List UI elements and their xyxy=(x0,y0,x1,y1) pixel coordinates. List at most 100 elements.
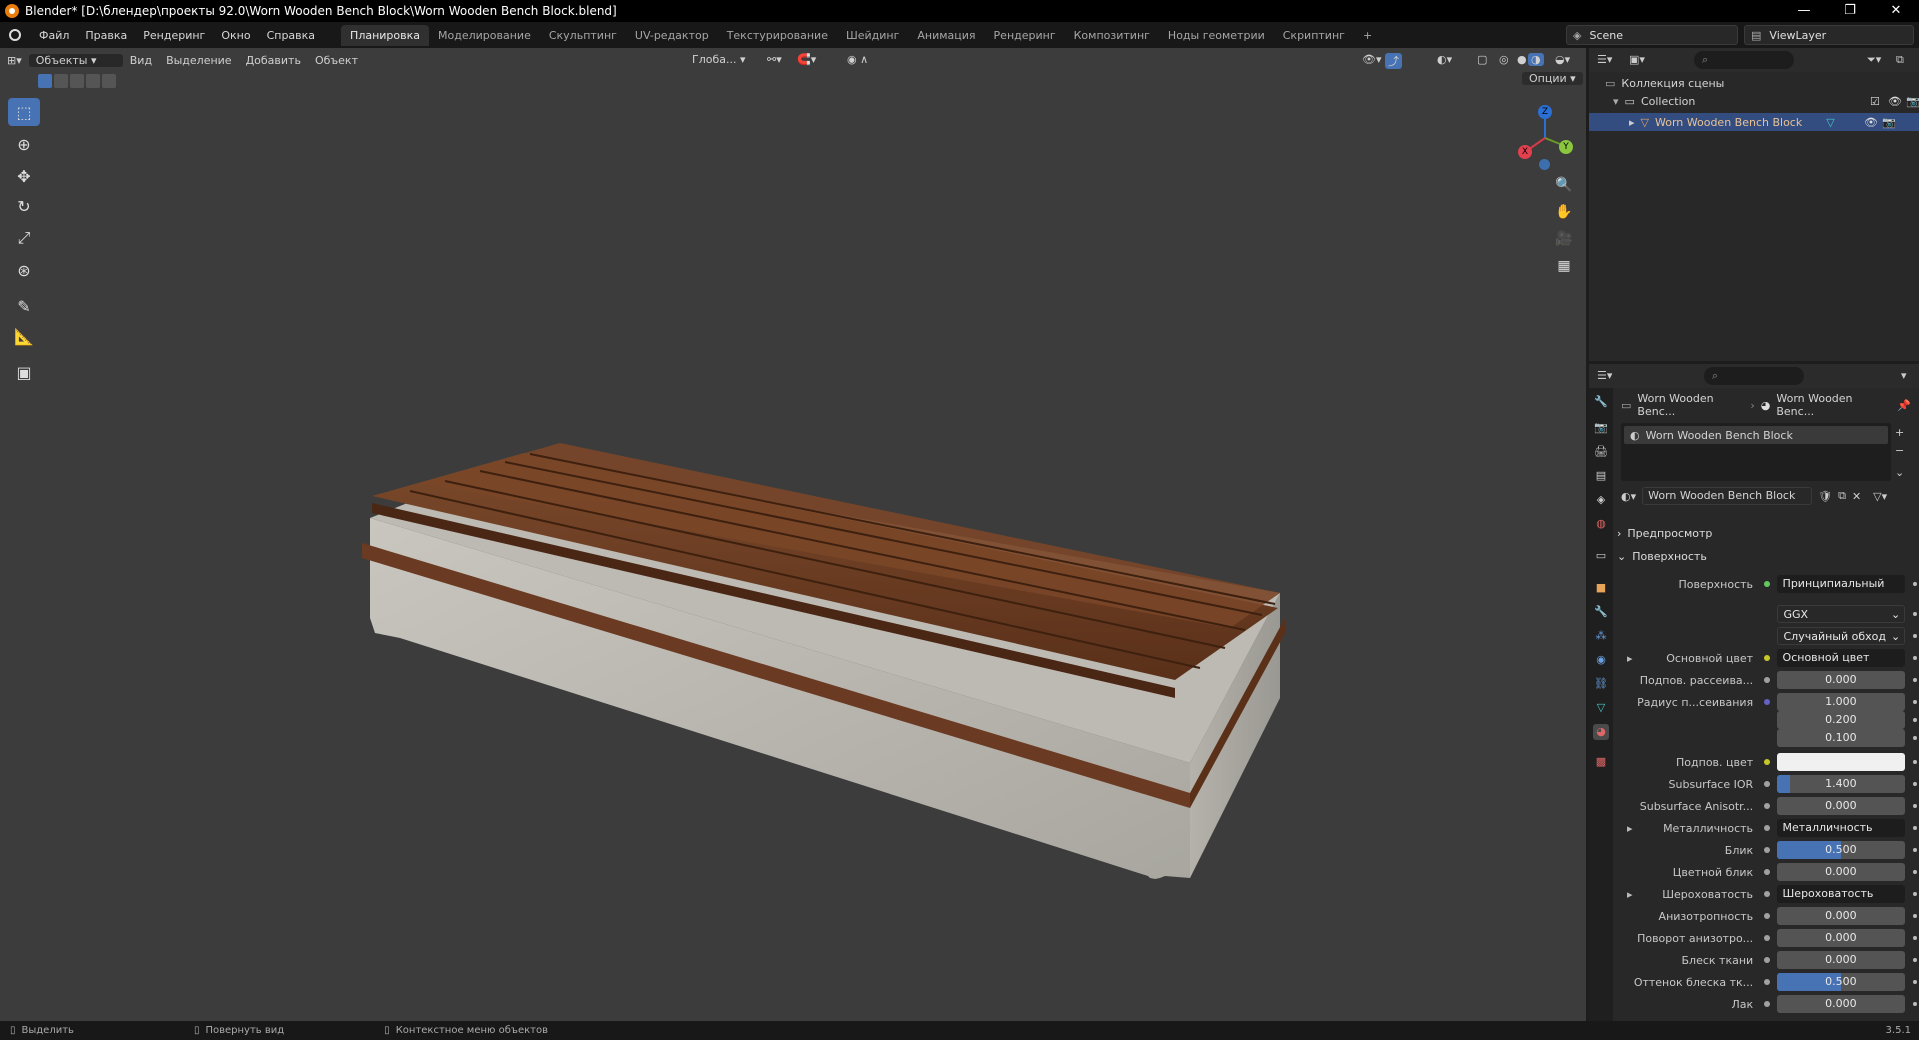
fake-user-icon[interactable]: 🛡 xyxy=(1818,490,1832,503)
particles-tab-icon[interactable]: ⁂ xyxy=(1593,628,1609,644)
mode-select[interactable]: Объекты ▾ xyxy=(28,53,123,67)
linked-input[interactable]: Принципиальный BSDF xyxy=(1776,575,1906,593)
keyframe-dot-icon[interactable] xyxy=(1913,718,1917,722)
collection-visibility-icon[interactable]: 👁 xyxy=(1888,95,1902,108)
keyframe-dot-icon[interactable] xyxy=(1913,678,1917,682)
options-dropdown[interactable]: Опции ▾ xyxy=(1522,72,1583,85)
duplicate-material-icon[interactable]: ⧉ xyxy=(1838,489,1846,503)
socket-icon[interactable] xyxy=(1761,844,1773,856)
collection-row[interactable]: ▾ ▭ Collection ☑ 👁 📷 xyxy=(1613,95,1919,108)
socket-icon[interactable] xyxy=(1761,998,1773,1010)
object-tab-icon[interactable]: ■ xyxy=(1593,580,1609,596)
scene-tab-icon[interactable]: ◈ xyxy=(1593,492,1609,508)
select-box-tool[interactable]: ⬚ xyxy=(8,98,40,126)
keyframe-dot-icon[interactable] xyxy=(1913,804,1917,808)
x-axis-icon[interactable]: X xyxy=(1518,145,1532,159)
neg-z-axis-icon[interactable] xyxy=(1539,159,1550,170)
display-mode-icon[interactable]: ▣▾ xyxy=(1629,53,1645,66)
tab-rendering[interactable]: Рендеринг xyxy=(985,25,1065,46)
socket-icon[interactable] xyxy=(1761,756,1773,768)
outliner-editor-icon[interactable]: ☰▾ xyxy=(1597,53,1612,66)
add-cube-tool[interactable]: ▣ xyxy=(8,358,40,386)
keyframe-dot-icon[interactable] xyxy=(1913,936,1917,940)
keyframe-dot-icon[interactable] xyxy=(1913,958,1917,962)
zoom-icon[interactable]: 🔍 xyxy=(1551,172,1577,198)
select-subtract-icon[interactable] xyxy=(70,74,84,88)
new-collection-icon[interactable]: ⧉ xyxy=(1896,53,1904,67)
xray-icon[interactable]: ▢ xyxy=(1470,53,1494,66)
outliner-object-row[interactable]: ▸ ▽ Worn Wooden Bench Block ▽ 📷 👁 xyxy=(1589,113,1919,131)
camera-view-icon[interactable]: 🎥 xyxy=(1551,226,1577,252)
viewlayer-selector[interactable]: ▤ ViewLayer xyxy=(1744,25,1914,45)
material-tab-icon[interactable]: ◕ xyxy=(1593,724,1609,740)
object-render-icon[interactable]: 📷 xyxy=(1882,116,1896,129)
material-datablock[interactable]: ◐▾ Worn Wooden Bench Block 🛡 ⧉ ✕ ▽▾ xyxy=(1621,486,1911,506)
restore-button[interactable]: ❐ xyxy=(1827,0,1873,22)
view-layer-tab-icon[interactable]: ▤ xyxy=(1593,468,1609,484)
scene-selector[interactable]: ◈ Scene xyxy=(1566,25,1738,45)
socket-icon[interactable] xyxy=(1761,652,1773,664)
scene-collection-row[interactable]: ▭ Коллекция сцены xyxy=(1605,77,1724,90)
number-field[interactable]: 1.000 xyxy=(1776,693,1906,711)
properties-options-icon[interactable]: ▾ xyxy=(1901,369,1907,382)
keyframe-dot-icon[interactable] xyxy=(1913,870,1917,874)
snap-icon[interactable]: 🧲▾ xyxy=(790,53,823,66)
properties-search-input[interactable]: ⌕ xyxy=(1704,367,1804,385)
menu-render[interactable]: Рендеринг xyxy=(135,29,213,42)
expand-input-icon[interactable]: ▸ xyxy=(1627,888,1633,901)
output-tab-icon[interactable]: 🖨 xyxy=(1593,444,1609,460)
y-axis-icon[interactable]: Y xyxy=(1559,140,1573,154)
ortho-grid-icon[interactable]: ▦ xyxy=(1551,253,1577,279)
z-axis-icon[interactable]: Z xyxy=(1538,105,1552,119)
socket-icon[interactable] xyxy=(1761,932,1773,944)
select-invert-icon[interactable] xyxy=(86,74,100,88)
keyframe-dot-icon[interactable] xyxy=(1913,892,1917,896)
proportional-edit-icon[interactable]: ◉ ∧ xyxy=(840,53,875,66)
modifiers-tab-icon[interactable]: 🔧 xyxy=(1593,604,1609,620)
menu-file[interactable]: Файл xyxy=(31,29,77,42)
measure-tool[interactable]: 📐 xyxy=(8,322,40,350)
preview-panel-header[interactable]: › Предпросмотр xyxy=(1617,527,1712,540)
keyframe-dot-icon[interactable] xyxy=(1913,760,1917,764)
pivot-icon[interactable]: ⚯▾ xyxy=(760,53,789,66)
socket-icon[interactable] xyxy=(1761,866,1773,878)
number-field[interactable]: 0.500 xyxy=(1776,973,1906,991)
select-intersect-icon[interactable] xyxy=(102,74,116,88)
unlink-material-icon[interactable]: ✕ xyxy=(1852,490,1861,503)
tab-compositing[interactable]: Композитинг xyxy=(1065,25,1159,46)
keyframe-dot-icon[interactable] xyxy=(1913,980,1917,984)
socket-icon[interactable] xyxy=(1761,732,1773,744)
tab-shading[interactable]: Шейдинг xyxy=(837,25,908,46)
tool-tab-icon[interactable]: 🔧 xyxy=(1593,394,1609,410)
keyframe-dot-icon[interactable] xyxy=(1913,848,1917,852)
object-expand-icon[interactable]: ▸ xyxy=(1629,116,1635,129)
constraints-tab-icon[interactable]: ⛓ xyxy=(1593,676,1609,692)
cursor-tool[interactable]: ⊕ xyxy=(8,130,40,158)
collection-exclude-checkbox[interactable]: ☑ xyxy=(1870,95,1880,108)
socket-icon[interactable] xyxy=(1761,714,1773,726)
socket-icon[interactable] xyxy=(1761,578,1773,590)
keyframe-dot-icon[interactable] xyxy=(1913,582,1917,586)
keyframe-dot-icon[interactable] xyxy=(1913,782,1917,786)
menu-window[interactable]: Окно xyxy=(213,29,258,42)
material-browse-icon[interactable]: ◐▾ xyxy=(1621,490,1636,503)
surface-panel-header[interactable]: ⌄ Поверхность xyxy=(1617,550,1707,563)
filter-icon[interactable]: ⏷▾ xyxy=(1867,53,1881,67)
object-visibility-icon[interactable]: 👁 xyxy=(1864,116,1878,129)
texture-tab-icon[interactable]: ▩ xyxy=(1593,754,1609,770)
linked-input[interactable]: Шероховатость xyxy=(1776,885,1906,903)
socket-icon[interactable] xyxy=(1761,822,1773,834)
socket-icon[interactable] xyxy=(1761,888,1773,900)
linked-input[interactable]: Металличность xyxy=(1776,819,1906,837)
socket-icon[interactable] xyxy=(1761,630,1773,642)
select-new-icon[interactable] xyxy=(38,74,52,88)
keyframe-dot-icon[interactable] xyxy=(1913,826,1917,830)
tab-sculpting[interactable]: Скульптинг xyxy=(540,25,626,46)
tab-geometry-nodes[interactable]: Ноды геометрии xyxy=(1159,25,1274,46)
3d-viewport[interactable]: ⬚ ⊕ ✥ ↻ ⤢ ⊛ ✎ 📐 ▣ Z Y X 🔍 ✋ 🎥 ▦ xyxy=(0,48,1586,1021)
rendered-shading-icon[interactable]: ◒▾ xyxy=(1548,53,1577,66)
number-field[interactable]: 0.000 xyxy=(1776,863,1906,881)
rotate-tool[interactable]: ↻ xyxy=(8,192,40,220)
orientation-select[interactable]: Глоба... ▾ xyxy=(685,53,753,66)
editor-type-icon[interactable]: ⊞▾ xyxy=(0,54,29,67)
